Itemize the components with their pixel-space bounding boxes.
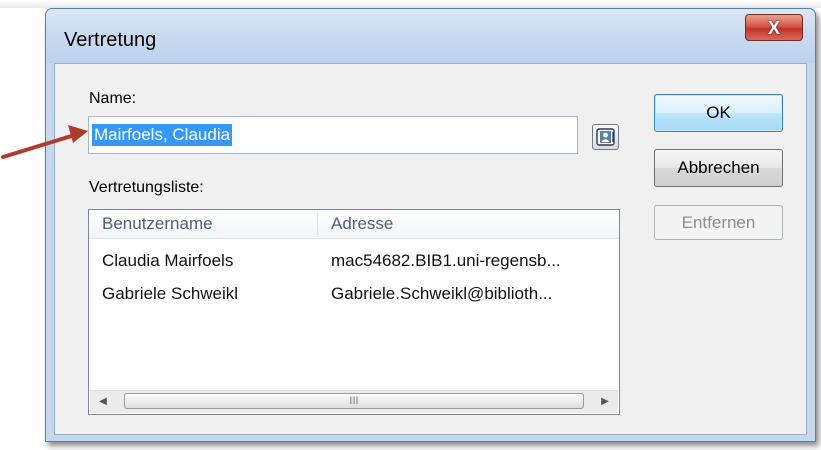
list-item-username: Gabriele Schweikl xyxy=(102,284,239,303)
column-header-address[interactable]: Adresse xyxy=(331,214,393,234)
dialog-body: Name: Mairfoels, Claudia Vertretungslist… xyxy=(54,63,807,435)
annotation-arrow-icon xyxy=(1,125,88,159)
list-label: Vertretungsliste: xyxy=(89,179,204,196)
close-icon: X xyxy=(767,18,780,38)
address-book-button[interactable] xyxy=(592,124,619,150)
scroll-left-icon[interactable]: ◀ xyxy=(96,395,110,409)
name-input[interactable]: Mairfoels, Claudia xyxy=(88,116,578,154)
title-bar[interactable]: Vertretung X xyxy=(46,9,815,63)
list-item-address: mac54682.BIB1.uni-regensb... xyxy=(331,251,561,270)
address-book-icon xyxy=(596,128,615,146)
column-separator[interactable] xyxy=(317,213,318,235)
cancel-button[interactable]: Abbrechen xyxy=(654,149,783,187)
list-item-username: Claudia Mairfoels xyxy=(102,251,234,270)
ok-button[interactable]: OK xyxy=(654,94,783,132)
scroll-thumb[interactable]: III xyxy=(124,393,584,409)
list-item[interactable]: Gabriele Schweikl Gabriele.Schweikl@bibl… xyxy=(89,280,619,310)
list-header: Benutzername Adresse xyxy=(89,210,619,239)
list-item[interactable]: Claudia Mairfoels mac54682.BIB1.uni-rege… xyxy=(89,247,619,277)
vertretung-dialog: Vertretung X Name: Mairfoels, Claudia Ve… xyxy=(45,8,816,442)
list-item-address: Gabriele.Schweikl@biblioth... xyxy=(331,284,553,303)
horizontal-scrollbar[interactable]: ◀ III ▶ xyxy=(90,390,618,413)
scroll-grip-icon: III xyxy=(349,395,359,407)
close-button[interactable]: X xyxy=(745,14,803,41)
scroll-right-icon[interactable]: ▶ xyxy=(598,395,612,409)
substitute-list[interactable]: Benutzername Adresse Claudia Mairfoels m… xyxy=(88,209,620,415)
column-header-username[interactable]: Benutzername xyxy=(102,214,213,234)
remove-button[interactable]: Entfernen xyxy=(654,205,783,240)
